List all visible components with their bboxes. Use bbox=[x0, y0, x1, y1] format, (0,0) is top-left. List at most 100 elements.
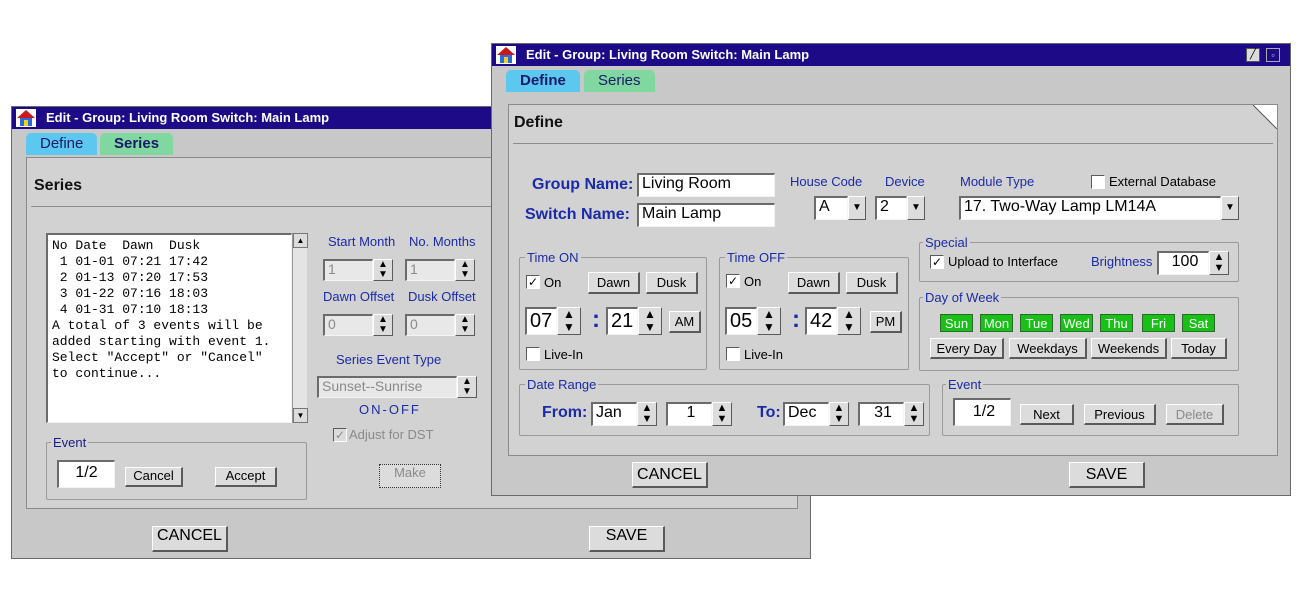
time-off-ampm-button[interactable]: PM bbox=[870, 311, 902, 333]
maximize-icon[interactable]: ╱ bbox=[1246, 48, 1260, 62]
time-on-ampm-button[interactable]: AM bbox=[669, 311, 701, 333]
back-window-title: Edit - Group: Living Room Switch: Main L… bbox=[46, 110, 330, 125]
time-off-dusk-button[interactable]: Dusk bbox=[846, 272, 898, 294]
dawn-offset-field[interactable]: 0 bbox=[323, 314, 373, 336]
adjust-dst-checkbox[interactable]: ✓ bbox=[333, 428, 347, 442]
day-of-week-group bbox=[919, 297, 1239, 371]
time-off-on-label: On bbox=[744, 274, 762, 289]
time-off-hour-spinner[interactable]: ▲ ▼ bbox=[757, 307, 781, 335]
device-dropdown-icon[interactable]: ▼ bbox=[907, 196, 925, 220]
from-day-spinner[interactable]: ▲ ▼ bbox=[712, 402, 732, 426]
time-on-minute-spinner[interactable]: ▲ ▼ bbox=[638, 307, 662, 335]
house-code-select[interactable]: A bbox=[814, 196, 848, 220]
time-on-checkbox[interactable]: ✓ bbox=[526, 275, 540, 289]
time-on-hour-spinner[interactable]: ▲ ▼ bbox=[557, 307, 581, 335]
time-on-dusk-button[interactable]: Dusk bbox=[646, 272, 698, 294]
back-event-group-label: Event bbox=[51, 435, 89, 450]
no-months-field[interactable]: 1 bbox=[405, 259, 455, 281]
scroll-down-icon[interactable]: ▼ bbox=[293, 408, 308, 423]
dawn-offset-spinner[interactable]: ▲ ▼ bbox=[373, 314, 393, 336]
time-off-minute-input[interactable]: 42 bbox=[805, 307, 837, 335]
time-off-dawn-button[interactable]: Dawn bbox=[788, 272, 840, 294]
dusk-offset-field[interactable]: 0 bbox=[405, 314, 455, 336]
delete-event-button[interactable]: Delete bbox=[1166, 404, 1224, 425]
series-results-list[interactable]: No Date Dawn Dusk 1 01-01 07:21 17:42 2 … bbox=[46, 233, 292, 423]
group-name-label: Group Name: bbox=[532, 176, 634, 193]
back-event-cancel-button[interactable]: Cancel bbox=[125, 467, 183, 487]
device-select[interactable]: 2 bbox=[875, 196, 907, 220]
to-day-spinner[interactable]: ▲ ▼ bbox=[904, 402, 924, 426]
to-month-spinner[interactable]: ▲ ▼ bbox=[829, 402, 849, 426]
start-month-field[interactable]: 1 bbox=[323, 259, 373, 281]
next-event-button[interactable]: Next bbox=[1020, 404, 1074, 425]
switch-name-input[interactable]: Main Lamp bbox=[637, 203, 775, 227]
day-sun-toggle[interactable]: Sun bbox=[940, 314, 973, 332]
back-make-button[interactable]: Make bbox=[379, 464, 441, 488]
day-wed-toggle[interactable]: Wed bbox=[1060, 314, 1093, 332]
series-list-line: No Date Dawn Dusk bbox=[52, 238, 201, 253]
time-on-live-in-checkbox[interactable] bbox=[526, 347, 540, 361]
time-off-hour-input[interactable]: 05 bbox=[725, 307, 757, 335]
back-event-field[interactable]: 1/2 bbox=[57, 460, 115, 488]
module-type-select[interactable]: 17. Two-Way Lamp LM14A bbox=[959, 196, 1221, 220]
group-name-input[interactable]: Living Room bbox=[637, 173, 775, 197]
no-months-label: No. Months bbox=[409, 234, 476, 249]
weekdays-button[interactable]: Weekdays bbox=[1009, 338, 1087, 359]
time-on-dawn-button[interactable]: Dawn bbox=[588, 272, 640, 294]
time-off-live-in-checkbox[interactable] bbox=[726, 347, 740, 361]
time-on-hour-input[interactable]: 07 bbox=[525, 307, 557, 335]
scroll-up-icon[interactable]: ▲ bbox=[293, 233, 308, 248]
back-accept-button[interactable]: Accept bbox=[215, 467, 277, 487]
to-day-input[interactable]: 31 bbox=[858, 402, 904, 426]
app-house-icon bbox=[496, 46, 516, 64]
day-thu-toggle[interactable]: Thu bbox=[1100, 314, 1133, 332]
brightness-input[interactable]: 100 bbox=[1157, 251, 1209, 275]
every-day-button[interactable]: Every Day bbox=[930, 338, 1004, 359]
house-code-label: House Code bbox=[790, 174, 863, 189]
brightness-spinner[interactable]: ▲ ▼ bbox=[1209, 251, 1229, 275]
external-database-checkbox[interactable] bbox=[1091, 175, 1105, 189]
front-tab-series[interactable]: Series bbox=[584, 70, 655, 92]
front-panel-title: Define bbox=[514, 114, 563, 131]
series-event-type-spinner[interactable]: ▲ ▼ bbox=[457, 376, 477, 398]
previous-event-button[interactable]: Previous bbox=[1084, 404, 1156, 425]
front-cancel-button[interactable]: CANCEL bbox=[632, 462, 708, 488]
weekends-button[interactable]: Weekends bbox=[1091, 338, 1167, 359]
start-month-spinner[interactable]: ▲ ▼ bbox=[373, 259, 393, 281]
front-window-titlebar[interactable]: Edit - Group: Living Room Switch: Main L… bbox=[492, 44, 1290, 66]
start-month-label: Start Month bbox=[328, 234, 396, 249]
back-save-button[interactable]: SAVE bbox=[589, 526, 665, 552]
today-button[interactable]: Today bbox=[1171, 338, 1227, 359]
device-label: Device bbox=[885, 174, 925, 189]
page-corner-icon bbox=[1253, 105, 1277, 129]
no-months-spinner[interactable]: ▲ ▼ bbox=[455, 259, 475, 281]
front-event-field[interactable]: 1/2 bbox=[953, 398, 1011, 426]
day-mon-toggle[interactable]: Mon bbox=[980, 314, 1013, 332]
upload-to-interface-label: Upload to Interface bbox=[948, 254, 1058, 269]
front-tab-define[interactable]: Define bbox=[506, 70, 580, 92]
day-tue-toggle[interactable]: Tue bbox=[1020, 314, 1053, 332]
dusk-offset-spinner[interactable]: ▲ ▼ bbox=[455, 314, 475, 336]
series-list-line: to continue... bbox=[52, 366, 162, 381]
time-off-checkbox[interactable]: ✓ bbox=[726, 274, 740, 288]
restore-icon[interactable]: ▫ bbox=[1266, 48, 1280, 62]
back-cancel-button[interactable]: CANCEL bbox=[152, 526, 228, 552]
house-code-dropdown-icon[interactable]: ▼ bbox=[848, 196, 866, 220]
adjust-dst-label: Adjust for DST bbox=[349, 427, 434, 442]
series-list-scrollbar[interactable]: ▲ ▼ bbox=[292, 233, 308, 423]
from-month-input[interactable]: Jan bbox=[591, 402, 637, 426]
time-off-minute-spinner[interactable]: ▲ ▼ bbox=[837, 307, 861, 335]
from-day-input[interactable]: 1 bbox=[666, 402, 712, 426]
from-month-spinner[interactable]: ▲ ▼ bbox=[637, 402, 657, 426]
back-tab-define[interactable]: Define bbox=[26, 133, 98, 155]
time-on-label: Time ON bbox=[525, 250, 581, 265]
front-save-button[interactable]: SAVE bbox=[1069, 462, 1145, 488]
to-month-input[interactable]: Dec bbox=[783, 402, 829, 426]
module-type-dropdown-icon[interactable]: ▼ bbox=[1221, 196, 1239, 220]
back-tab-series[interactable]: Series bbox=[100, 133, 174, 155]
day-fri-toggle[interactable]: Fri bbox=[1142, 314, 1175, 332]
upload-to-interface-checkbox[interactable]: ✓ bbox=[930, 255, 944, 269]
day-sat-toggle[interactable]: Sat bbox=[1182, 314, 1215, 332]
series-event-type-field[interactable]: Sunset--Sunrise bbox=[317, 376, 457, 398]
time-on-minute-input[interactable]: 21 bbox=[606, 307, 638, 335]
